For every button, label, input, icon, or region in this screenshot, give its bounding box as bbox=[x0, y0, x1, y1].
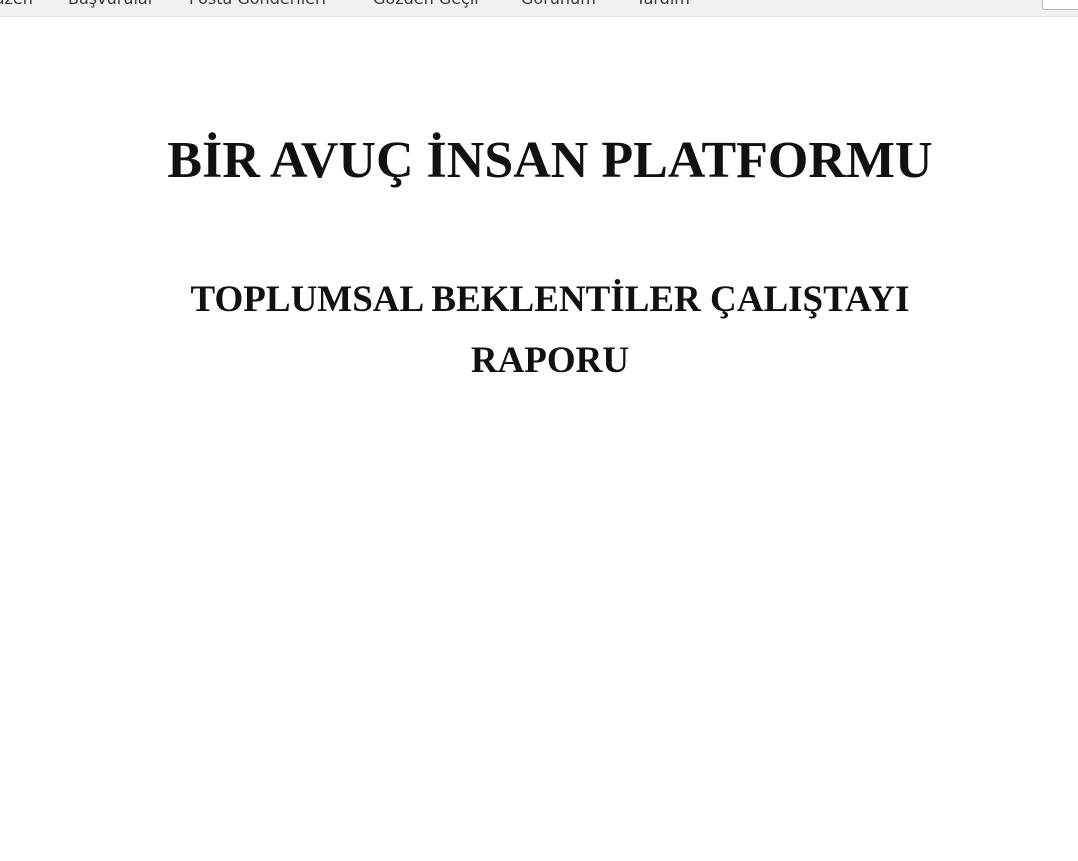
menu-review[interactable]: Gözden Geçir bbox=[373, 0, 481, 10]
menu-edit[interactable]: Düzen bbox=[0, 0, 33, 10]
menu-mailings[interactable]: Posta Gönderileri bbox=[189, 0, 326, 10]
document-subtitle-line-2: RAPORU bbox=[470, 340, 630, 381]
ribbon-toggle-button[interactable]: ^ bbox=[1042, 0, 1078, 10]
menu-bar: Düzen Başvurular Posta Gönderileri Gözde… bbox=[0, 0, 1078, 17]
menu-references[interactable]: Başvurular bbox=[68, 0, 154, 10]
document-subtitle-line-1: TOPLUMSAL BEKLENTİLER ÇALIŞTAYI bbox=[190, 279, 910, 320]
menu-help[interactable]: Yardım bbox=[636, 0, 690, 10]
document-page[interactable]: BİR AVUÇ İNSAN PLATFORMU TOPLUMSAL BEKLE… bbox=[0, 17, 1078, 861]
chevron-up-icon: ^ bbox=[1055, 0, 1063, 4]
document-subtitle: TOPLUMSAL BEKLENTİLER ÇALIŞTAYI RAPORU bbox=[0, 269, 1078, 391]
menu-view[interactable]: Görünüm bbox=[521, 0, 596, 10]
document-title: BİR AVUÇ İNSAN PLATFORMU bbox=[167, 132, 933, 189]
